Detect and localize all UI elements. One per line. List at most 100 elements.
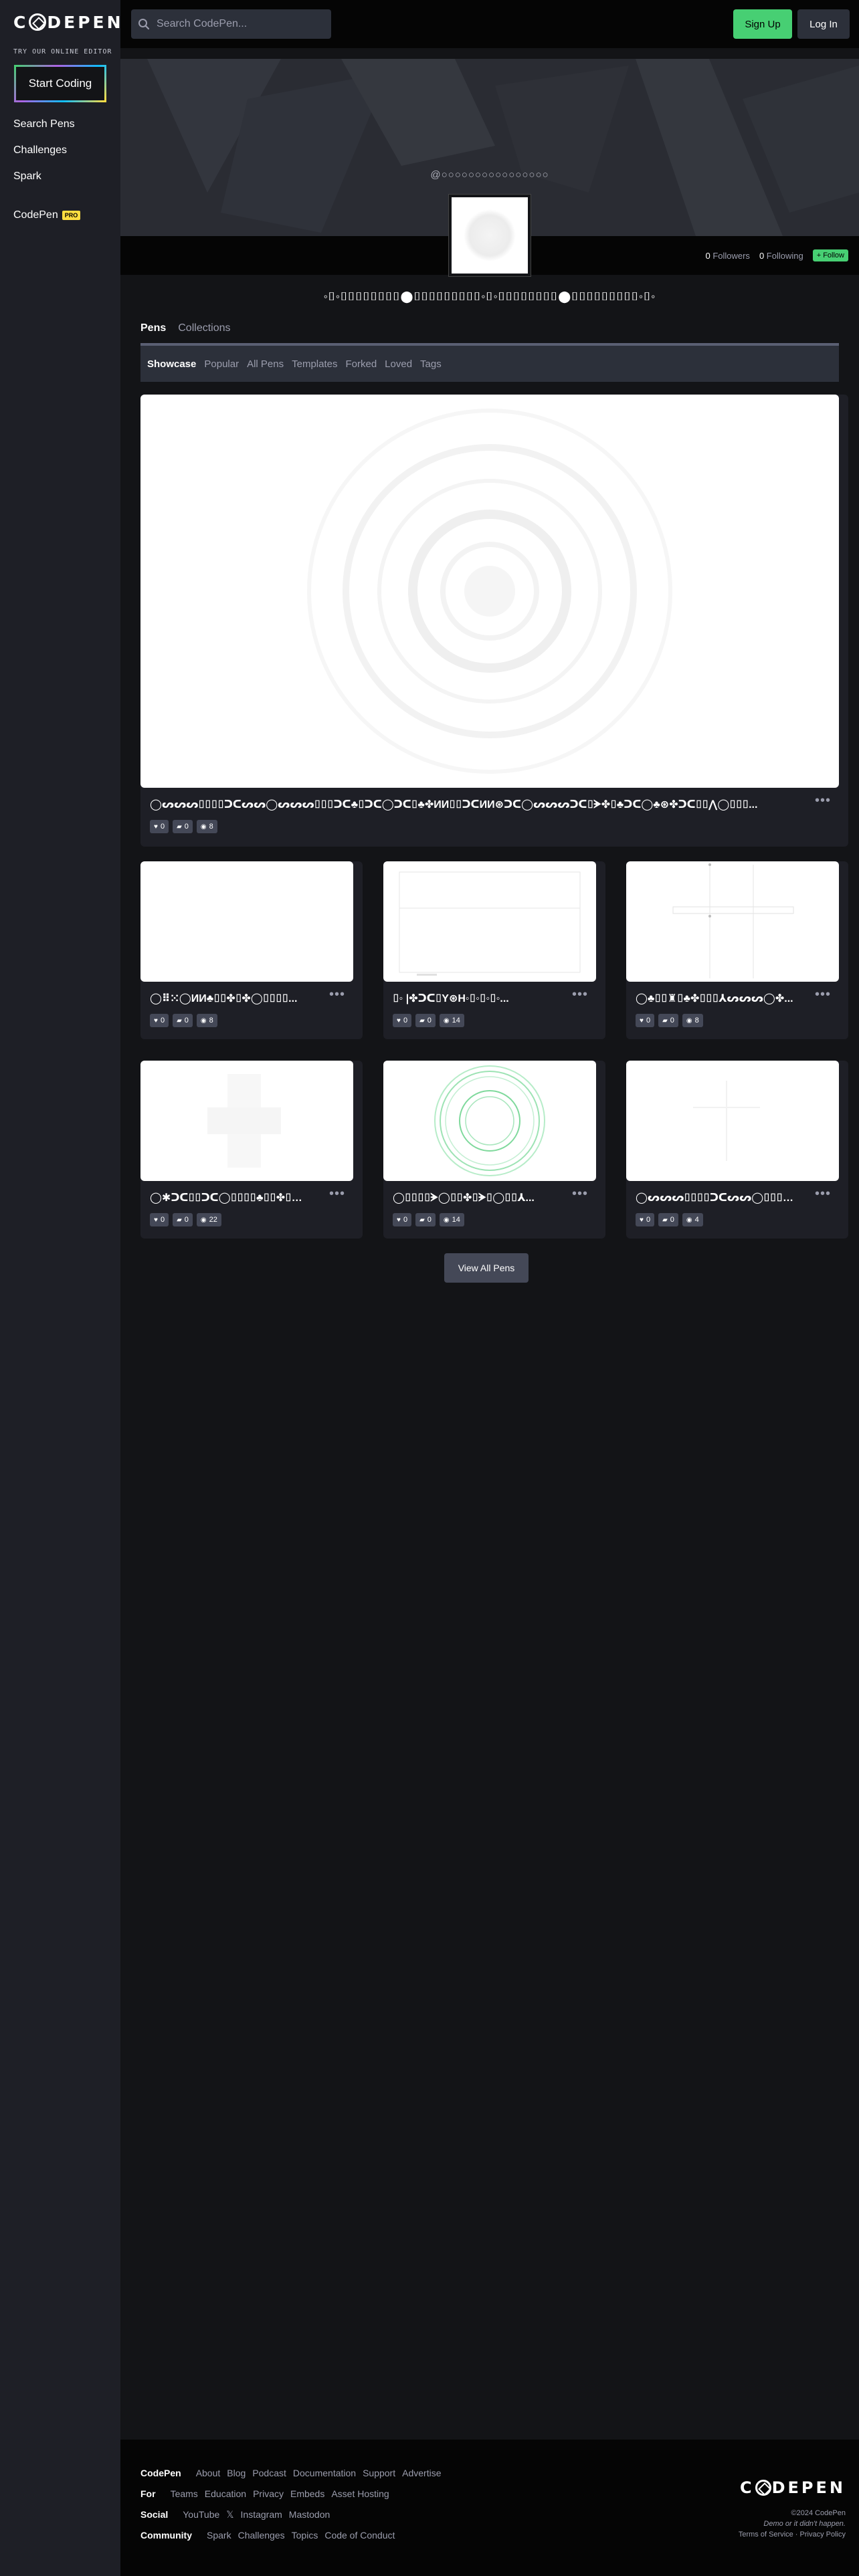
pen-card[interactable]: ◯♣⌷⌷♜⌷♣✤⌷⌷⌷⅄ᔕᔕᔕ◯✤... ••• ♥ 0 ▰ 0 ◉ 8 (626, 861, 848, 1039)
pen-card[interactable]: ◯⠿⁙◯ИИ♣⌷⌷✤⌷✤◯⌷⌷⌷⌷... ••• ♥ 0 ▰ 0 ◉ 8 (140, 861, 363, 1039)
pen-preview[interactable] (140, 395, 839, 788)
pen-preview[interactable] (383, 1061, 596, 1181)
subtab-all-pens[interactable]: All Pens (247, 358, 284, 370)
footer-link[interactable]: Education (205, 2488, 246, 2499)
comment-button[interactable]: ▰ 0 (173, 820, 193, 833)
footer-link-youtube[interactable]: YouTube (183, 2509, 219, 2520)
view-count-badge[interactable]: ◉ 8 (196, 820, 217, 833)
pen-title[interactable]: ⌷◦ |✤ᑐᑕ⌷Y⊛H◦⌷◦⌷◦⌷◦... (393, 992, 553, 1005)
follow-button[interactable]: + Follow (812, 249, 848, 261)
pen-title[interactable]: ◯ᔕᔕᔕ⌷⌷⌷⌷ᑐᑕᔕᔕ◯⌷⌷⌷⌷... (636, 1191, 796, 1204)
comment-button[interactable]: ▰ 0 (658, 1014, 678, 1027)
footer-codepen-logo[interactable]: C DEPEN (740, 2478, 846, 2497)
footer-link[interactable]: Embeds (290, 2488, 324, 2499)
heart-icon: ♥ (397, 1016, 401, 1025)
footer-link[interactable]: Advertise (402, 2468, 441, 2478)
footer-link[interactable]: Challenges (238, 2530, 285, 2541)
footer-link[interactable]: Topics (292, 2530, 318, 2541)
view-count-badge[interactable]: ◉ 4 (682, 1213, 703, 1226)
footer-link[interactable]: Documentation (293, 2468, 356, 2478)
nav-search-pens[interactable]: Search Pens (13, 118, 75, 130)
pen-card[interactable]: ⌷◦ |✤ᑐᑕ⌷Y⊛H◦⌷◦⌷◦⌷◦... ••• ♥ 0 ▰ 0 ◉ 14 (383, 861, 605, 1039)
sign-up-button[interactable]: Sign Up (733, 9, 792, 39)
footer-link-x[interactable]: 𝕏 (226, 2509, 233, 2520)
like-button[interactable]: ♥ 0 (150, 820, 169, 833)
pen-title[interactable]: ◯⠿⁙◯ИИ♣⌷⌷✤⌷✤◯⌷⌷⌷⌷... (150, 992, 310, 1005)
pen-more-options-icon[interactable]: ••• (815, 1186, 831, 1202)
pen-preview[interactable] (383, 861, 596, 982)
footer-link[interactable]: Teams (171, 2488, 198, 2499)
following-stat[interactable]: 0 Following (759, 251, 803, 261)
pen-more-options-icon[interactable]: ••• (572, 987, 588, 1002)
showcase-pen-card[interactable]: ◯ᔕᔕᔕ⌷⌷⌷⌷ᑐᑕᔕᔕ◯ᔕᔕᔕ⌷⌷⌷ᑐᑕ♣⌷ᑐᑕ◯ᑐᑕ⌷♣✤ИИ⌷⌷ᑐᑕИИ⊛… (140, 395, 848, 847)
pen-card[interactable]: ◯ᔕᔕᔕ⌷⌷⌷⌷ᑐᑕᔕᔕ◯⌷⌷⌷⌷... ••• ♥ 0 ▰ 0 ◉ 4 (626, 1061, 848, 1239)
subtab-templates[interactable]: Templates (292, 358, 337, 370)
view-count-badge[interactable]: ◉ 8 (682, 1014, 703, 1027)
pen-preview[interactable] (626, 1061, 839, 1181)
subtab-popular[interactable]: Popular (204, 358, 239, 370)
pen-more-options-icon[interactable]: ••• (815, 987, 831, 1002)
pen-more-options-icon[interactable]: ••• (329, 1186, 345, 1202)
like-button[interactable]: ♥ 0 (393, 1014, 412, 1027)
footer-link[interactable]: Blog (227, 2468, 246, 2478)
nav-challenges[interactable]: Challenges (13, 144, 67, 156)
like-button[interactable]: ♥ 0 (150, 1213, 169, 1226)
comment-button[interactable]: ▰ 0 (173, 1213, 193, 1226)
like-button[interactable]: ♥ 0 (393, 1213, 412, 1226)
like-count: 0 (646, 1016, 651, 1025)
pen-more-options-icon[interactable]: ••• (329, 987, 345, 1002)
subtab-forked[interactable]: Forked (345, 358, 377, 370)
pen-preview[interactable] (140, 861, 353, 982)
tab-collections[interactable]: Collections (178, 322, 230, 334)
pen-card[interactable]: ◯⌷⌷⌷⌷ᗘ◯⌷⌷✤⌷ᗘ⌷◯⌷⌷⅄... ••• ♥ 0 ▰ 0 ◉ 14 (383, 1061, 605, 1239)
like-button[interactable]: ♥ 0 (636, 1213, 655, 1226)
tab-pens[interactable]: Pens (140, 322, 166, 334)
pen-title[interactable]: ◯⌷⌷⌷⌷ᗘ◯⌷⌷✤⌷ᗘ⌷◯⌷⌷⅄... (393, 1191, 553, 1204)
nav-codepen-pro[interactable]: CodePen PRO (13, 209, 81, 221)
footer-link[interactable]: Asset Hosting (331, 2488, 389, 2499)
view-count-badge[interactable]: ◉ 14 (439, 1213, 464, 1226)
footer-row-social: Social YouTube 𝕏 Instagram Mastodon (140, 2509, 330, 2520)
subtab-showcase[interactable]: Showcase (147, 358, 196, 370)
start-coding-button[interactable]: Start Coding (14, 65, 106, 102)
search-icon (138, 19, 150, 30)
comment-button[interactable]: ▰ 0 (415, 1014, 436, 1027)
footer-link[interactable]: Spark (207, 2530, 231, 2541)
subtab-loved[interactable]: Loved (385, 358, 412, 370)
legal-links[interactable]: Terms of Service · Privacy Policy (739, 2531, 846, 2539)
comment-count: 0 (670, 1216, 674, 1224)
comment-button[interactable]: ▰ 0 (658, 1213, 678, 1226)
log-in-button[interactable]: Log In (797, 9, 850, 39)
pen-title[interactable]: ◯ᔕᔕᔕ⌷⌷⌷⌷ᑐᑕᔕᔕ◯ᔕᔕᔕ⌷⌷⌷ᑐᑕ♣⌷ᑐᑕ◯ᑐᑕ⌷♣✤ИИ⌷⌷ᑐᑕИИ⊛… (150, 798, 779, 811)
view-count-badge[interactable]: ◉ 22 (196, 1213, 221, 1226)
view-count-badge[interactable]: ◉ 14 (439, 1014, 464, 1027)
like-count: 0 (160, 823, 165, 831)
comment-button[interactable]: ▰ 0 (173, 1014, 193, 1027)
pen-title[interactable]: ◯♣⌷⌷♜⌷♣✤⌷⌷⌷⅄ᔕᔕᔕ◯✤... (636, 992, 796, 1005)
subtab-tags[interactable]: Tags (420, 358, 442, 370)
codepen-logo[interactable]: C DEPEN (13, 12, 124, 32)
pen-title[interactable]: ◯✱ᑐᑕ⌷⌷ᑐᑕ◯⌷⌷⌷⌷♣⌷⌷✤⌷◯... (150, 1191, 310, 1204)
footer-link-instagram[interactable]: Instagram (241, 2509, 282, 2520)
followers-stat[interactable]: 0 Followers (705, 251, 749, 261)
pen-preview[interactable] (140, 1061, 353, 1181)
footer-link[interactable]: Privacy (253, 2488, 284, 2499)
footer-link[interactable]: About (196, 2468, 221, 2478)
view-count-badge[interactable]: ◉ 8 (196, 1014, 217, 1027)
like-button[interactable]: ♥ 0 (150, 1014, 169, 1027)
search-bar[interactable] (131, 9, 331, 39)
footer-label[interactable]: CodePen (140, 2468, 181, 2478)
pen-card[interactable]: ◯✱ᑐᑕ⌷⌷ᑐᑕ◯⌷⌷⌷⌷♣⌷⌷✤⌷◯... ••• ♥ 0 ▰ 0 ◉ 22 (140, 1061, 363, 1239)
nav-spark[interactable]: Spark (13, 171, 41, 183)
footer-link[interactable]: Code of Conduct (324, 2530, 395, 2541)
footer-link-mastodon[interactable]: Mastodon (289, 2509, 330, 2520)
like-button[interactable]: ♥ 0 (636, 1014, 655, 1027)
pen-preview[interactable] (626, 861, 839, 982)
view-all-pens-button[interactable]: View All Pens (444, 1253, 529, 1283)
footer-link[interactable]: Support (363, 2468, 395, 2478)
search-input[interactable] (157, 18, 317, 30)
footer-link[interactable]: Podcast (252, 2468, 286, 2478)
pen-more-options-icon[interactable]: ••• (815, 793, 831, 809)
pen-more-options-icon[interactable]: ••• (572, 1186, 588, 1202)
comment-button[interactable]: ▰ 0 (415, 1213, 436, 1226)
